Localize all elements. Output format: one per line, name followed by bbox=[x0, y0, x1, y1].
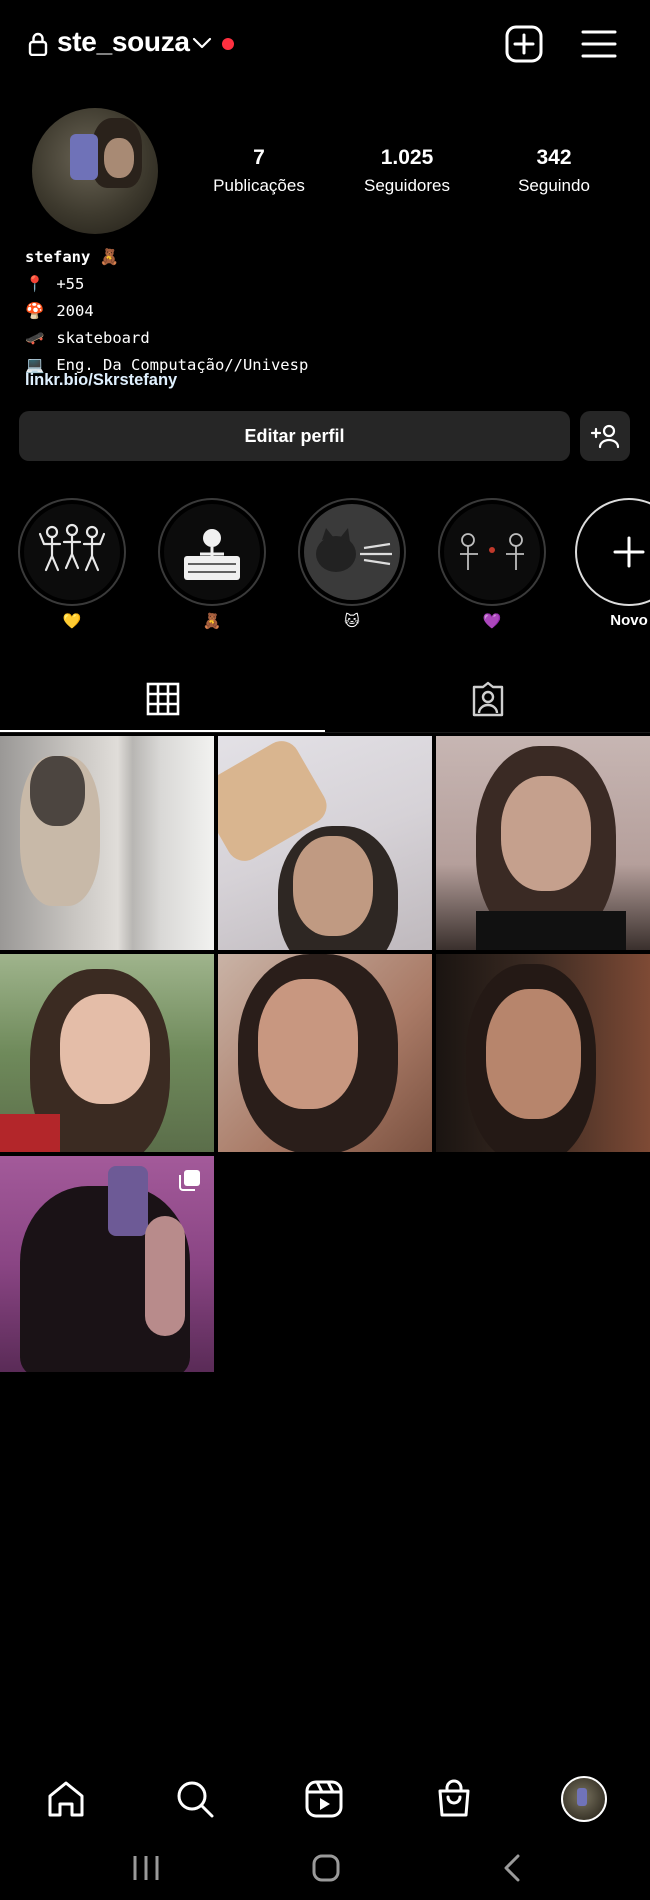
lock-icon bbox=[28, 32, 48, 56]
skateboard-emoji: 🛹 bbox=[25, 329, 45, 347]
followers-label: Seguidores bbox=[363, 176, 450, 195]
cat-skeleton-hand-icon bbox=[316, 528, 392, 572]
notification-dot bbox=[222, 38, 234, 50]
nav-home[interactable] bbox=[41, 1774, 91, 1824]
recent-apps-icon bbox=[133, 1856, 159, 1880]
profile-username[interactable]: ste_souza bbox=[57, 26, 190, 58]
skeleton-in-bed-icon bbox=[184, 529, 240, 580]
bio-name-line: stefany 🧸 bbox=[25, 244, 308, 271]
home-button-icon bbox=[312, 1854, 340, 1882]
skeletons-rose-icon bbox=[460, 533, 524, 570]
tagged-icon bbox=[472, 681, 503, 717]
highlight-caption: 💛 bbox=[62, 612, 82, 630]
highlight-item[interactable]: 🐱 bbox=[298, 498, 406, 632]
bio-text: 2004 bbox=[56, 302, 94, 320]
menu-icon[interactable] bbox=[580, 26, 618, 62]
new-highlight-label: Novo bbox=[610, 612, 648, 629]
bottom-navigation bbox=[0, 1762, 650, 1834]
profile-bio: stefany 🧸 📍 +55 🍄 2004 🛹 skateboard 💻 En… bbox=[25, 244, 308, 379]
post-thumbnail[interactable] bbox=[436, 954, 650, 1152]
teddy-bear-emoji: 🧸 bbox=[99, 248, 119, 266]
search-icon bbox=[177, 1781, 214, 1818]
chevron-down-icon[interactable] bbox=[192, 36, 212, 50]
highlight-cover bbox=[24, 504, 120, 600]
stat-followers[interactable]: 1.025 Seguidores bbox=[337, 146, 477, 196]
bio-link[interactable]: linkr.bio/Skrstefany bbox=[25, 371, 177, 390]
following-label: Seguindo bbox=[518, 176, 590, 195]
recent-apps-button[interactable] bbox=[128, 1850, 164, 1886]
nav-shop[interactable] bbox=[429, 1774, 479, 1824]
posts-count: 7 bbox=[253, 146, 265, 169]
pin-emoji: 📍 bbox=[25, 275, 45, 293]
highlight-caption: 💜 bbox=[482, 612, 502, 630]
post-thumbnail[interactable] bbox=[0, 954, 214, 1152]
carousel-icon bbox=[179, 1170, 200, 1191]
home-icon bbox=[48, 1781, 84, 1817]
home-button[interactable] bbox=[308, 1850, 344, 1886]
tab-divider bbox=[0, 732, 650, 733]
dancing-skeletons-icon bbox=[38, 523, 106, 572]
system-navigation-bar bbox=[0, 1834, 650, 1900]
bio-text: +55 bbox=[56, 275, 85, 293]
new-highlight-button[interactable]: Novo bbox=[575, 498, 650, 632]
back-icon bbox=[504, 1854, 520, 1882]
bio-line: 📍 +55 bbox=[25, 271, 308, 298]
profile-avatar[interactable] bbox=[32, 108, 158, 234]
mushroom-emoji: 🍄 bbox=[25, 302, 45, 320]
back-button[interactable] bbox=[494, 1850, 530, 1886]
highlight-caption: 🧸 bbox=[202, 612, 222, 630]
posts-label: Publicações bbox=[213, 176, 305, 195]
discover-people-button[interactable] bbox=[580, 411, 630, 461]
highlight-cover bbox=[164, 504, 260, 600]
highlight-item[interactable]: 💛 bbox=[18, 498, 126, 632]
highlight-cover bbox=[304, 504, 400, 600]
plus-icon bbox=[613, 536, 645, 568]
highlight-item[interactable]: 💜 bbox=[438, 498, 546, 632]
stat-posts[interactable]: 7 Publicações bbox=[189, 146, 329, 196]
bio-name: stefany bbox=[25, 248, 91, 266]
tab-tagged[interactable] bbox=[325, 664, 650, 734]
post-thumbnail[interactable] bbox=[436, 736, 650, 950]
profile-avatar-small bbox=[561, 1776, 607, 1822]
post-thumbnail[interactable] bbox=[218, 954, 432, 1152]
highlight-item[interactable]: 🧸 bbox=[158, 498, 266, 632]
reels-icon bbox=[305, 1780, 343, 1818]
add-user-icon bbox=[590, 424, 620, 449]
nav-search[interactable] bbox=[170, 1774, 220, 1824]
highlight-cover bbox=[444, 504, 540, 600]
grid-icon bbox=[146, 682, 179, 716]
highlight-caption: 🐱 bbox=[344, 612, 360, 630]
top-bar: ste_souza bbox=[0, 0, 650, 88]
following-count: 342 bbox=[536, 146, 572, 169]
bio-line: 🛹 skateboard bbox=[25, 325, 308, 352]
edit-profile-button[interactable]: Editar perfil bbox=[19, 411, 570, 461]
post-thumbnail[interactable] bbox=[218, 736, 432, 950]
stat-following[interactable]: 342 Seguindo bbox=[484, 146, 624, 196]
create-plus-icon[interactable] bbox=[504, 24, 544, 64]
bio-line: 🍄 2004 bbox=[25, 298, 308, 325]
post-thumbnail[interactable] bbox=[0, 736, 214, 950]
bio-text: skateboard bbox=[56, 329, 150, 347]
followers-count: 1.025 bbox=[380, 146, 434, 169]
shop-icon bbox=[438, 1779, 470, 1817]
tab-posts-grid[interactable] bbox=[0, 664, 325, 734]
nav-reels[interactable] bbox=[299, 1774, 349, 1824]
post-thumbnail-carousel[interactable] bbox=[0, 1156, 214, 1372]
nav-profile[interactable] bbox=[559, 1774, 609, 1824]
